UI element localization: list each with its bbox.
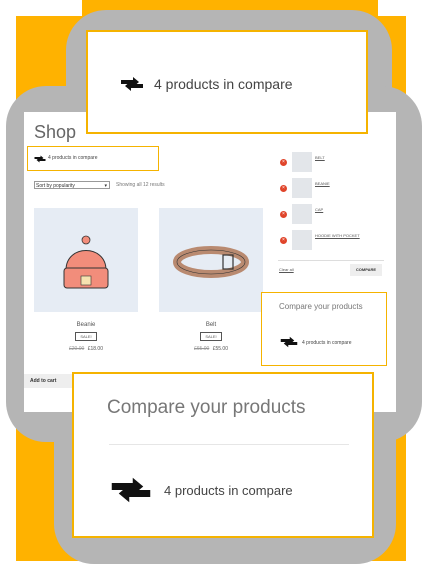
compare-notice[interactable]: 4 products in compare: [27, 146, 159, 171]
compare-arrows-icon: [121, 77, 143, 91]
belt-icon: [173, 246, 249, 278]
product-image[interactable]: [34, 208, 138, 312]
compare-arrows-icon: [280, 336, 298, 348]
item-link[interactable]: BELT: [315, 155, 325, 160]
compare-arrows-icon: [34, 155, 46, 163]
product-name[interactable]: Belt: [159, 322, 263, 328]
remove-icon[interactable]: ×: [280, 237, 287, 244]
item-thumbnail: [292, 178, 312, 198]
compare-count-text[interactable]: 4 products in compare: [164, 483, 293, 498]
compare-arrows-icon: [111, 477, 151, 503]
widget-title: Compare your products: [279, 302, 363, 311]
sale-badge: SALE!: [200, 332, 222, 341]
product-card-beanie[interactable]: Beanie SALE! £20.00 £18.00: [34, 208, 138, 352]
item-thumbnail: [292, 152, 312, 172]
list-item: × BEANIE: [278, 176, 388, 202]
remove-icon[interactable]: ×: [280, 185, 287, 192]
sort-select[interactable]: Sort by popularity ▾: [34, 181, 110, 189]
sort-select-value: Sort by popularity: [36, 183, 75, 189]
compare-notice-text: 4 products in compare: [48, 155, 98, 161]
old-price: £20.00: [69, 346, 85, 352]
chevron-down-icon: ▾: [104, 183, 107, 189]
remove-icon[interactable]: ×: [280, 159, 287, 166]
item-link[interactable]: BEANIE: [315, 181, 330, 186]
beanie-icon: [63, 235, 109, 289]
list-item: × CAP: [278, 202, 388, 228]
compare-button[interactable]: COMPARE: [350, 264, 382, 276]
divider: [109, 444, 349, 445]
product-name[interactable]: Beanie: [34, 322, 138, 328]
item-thumbnail: [292, 204, 312, 224]
remove-icon[interactable]: ×: [280, 211, 287, 218]
product-image[interactable]: [159, 208, 263, 312]
item-link[interactable]: CAP: [315, 207, 323, 212]
old-price: £65.00: [194, 346, 210, 352]
product-price: £65.00 £55.00: [159, 346, 263, 352]
item-thumbnail: [292, 230, 312, 250]
compare-count-text[interactable]: 4 products in compare: [302, 340, 351, 346]
widget-title: Compare your products: [107, 397, 306, 418]
compare-notice-callout: 4 products in compare: [86, 30, 368, 134]
compare-notice-text[interactable]: 4 products in compare: [154, 76, 293, 92]
result-count: Showing all 12 results: [116, 182, 165, 188]
item-link[interactable]: HOODIE WITH POCKET: [315, 233, 360, 238]
page-title: Shop: [34, 122, 77, 142]
compare-widget-preview: Compare your products 4 products in comp…: [261, 292, 387, 366]
divider: [278, 260, 384, 261]
clear-all-link[interactable]: Clear all: [279, 267, 294, 272]
shop-page: Shop 4 products in compare Sort by popul…: [24, 112, 396, 412]
compare-widget: × BELT × BEANIE × CAP × HOODIE WITH POCK…: [278, 150, 388, 276]
list-item: × HOODIE WITH POCKET: [278, 228, 388, 254]
product-price: £20.00 £18.00: [34, 346, 138, 352]
list-item: × BELT: [278, 150, 388, 176]
product-card-belt[interactable]: Belt SALE! £65.00 £55.00: [159, 208, 263, 352]
compare-widget-callout: Compare your products 4 products in comp…: [72, 372, 374, 538]
current-price: £55.00: [212, 346, 228, 352]
sale-badge: SALE!: [75, 332, 97, 341]
add-to-cart-button[interactable]: Add to cart: [24, 374, 72, 388]
current-price: £18.00: [87, 346, 103, 352]
